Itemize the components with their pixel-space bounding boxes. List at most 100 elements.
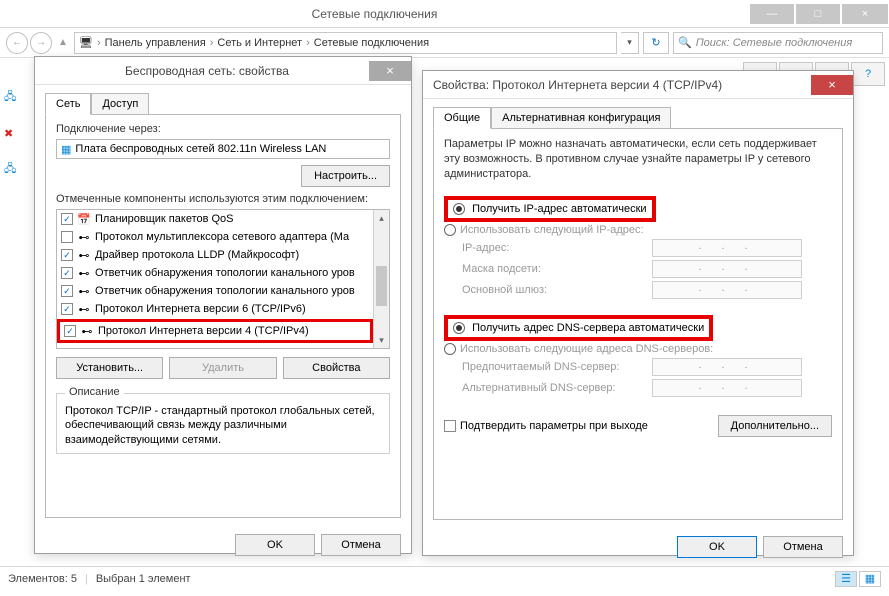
nav-up-icon[interactable]: ▲ (56, 32, 70, 54)
components-listbox[interactable]: ✓ 📅 Планировщик пакетов QoS ⊷ Протокол мульт… (56, 209, 390, 349)
ipv4-titlebar[interactable]: Свойства: Протокол Интернета версии 4 (T… (423, 71, 853, 99)
workspace: ▤ ▾ ▫ ? 🖧 ✖ 🖧 Беспроводная сеть: свойств… (0, 58, 889, 566)
radio-dns-manual-label: Использовать следующие адреса DNS-сервер… (460, 343, 713, 355)
tab-altconfig[interactable]: Альтернативная конфигурация (491, 107, 671, 129)
dns2-label: Альтернативный DNS-сервер: (462, 382, 652, 394)
maximize-button[interactable]: □ (796, 4, 840, 24)
breadcrumb-bar: ← → ▲ 🖥 › Панель управления › Сеть и Инт… (0, 28, 889, 58)
components-label: Отмеченные компоненты используются этим … (56, 193, 390, 205)
minimize-button[interactable]: — (750, 4, 794, 24)
breadcrumb-panel[interactable]: Панель управления (105, 37, 206, 49)
component-icon: 📅 (77, 213, 91, 226)
search-box[interactable]: 🔍 Поиск: Сетевые подключения (673, 32, 883, 54)
component-checkbox[interactable]: ✓ (64, 325, 76, 337)
ip-address-field: ... (652, 239, 802, 257)
search-placeholder: Поиск: Сетевые подключения (696, 37, 853, 49)
tab-access[interactable]: Доступ (91, 93, 149, 115)
computer-icon: 🖥 (79, 36, 93, 49)
conn-icon: 🖧 (4, 88, 16, 107)
component-checkbox[interactable] (61, 231, 73, 243)
component-label: Протокол Интернета версии 6 (TCP/IPv6) (95, 303, 306, 315)
component-label: Планировщик пакетов QoS (95, 213, 234, 225)
cancel-button[interactable]: Отмена (321, 534, 401, 556)
properties-button[interactable]: Свойства (283, 357, 390, 379)
scroll-up-button[interactable]: ▴ (374, 210, 389, 226)
component-item[interactable]: ✓⊷Ответчик обнаружения топологии канальн… (57, 264, 373, 282)
dialog-title: Беспроводная сеть: свойства (45, 64, 369, 78)
component-label: Драйвер протокола LLDP (Майкрософт) (95, 249, 299, 261)
ipv4-close-button[interactable]: × (811, 75, 853, 95)
highlight-ip-auto: Получить IP-адрес автоматически (444, 196, 656, 222)
component-item[interactable]: ✓ ⊷ Ответчик обнаружения топологии канальн… (57, 282, 373, 300)
breadcrumb-network[interactable]: Сеть и Интернет (217, 37, 302, 49)
nav-back-button[interactable]: ← (6, 32, 28, 54)
connect-through-label: Подключение через: (56, 123, 390, 135)
dns2-field: ... (652, 379, 802, 397)
view-tiles-icon[interactable]: ▦ (859, 571, 881, 587)
ip-address-label: IP-адрес: (462, 242, 652, 254)
component-icon: ⊷ (80, 325, 94, 338)
mask-field: ... (652, 260, 802, 278)
adapter-icon: ▦ (61, 143, 71, 156)
ipv4-ok-button[interactable]: OK (677, 536, 757, 558)
component-item[interactable]: ✓ ⊷ Протокол Интернета версии 4 (TCP/IPv4) (57, 319, 373, 343)
gateway-label: Основной шлюз: (462, 284, 652, 296)
ok-button[interactable]: OK (235, 534, 315, 556)
address-dropdown-button[interactable]: ▾ (621, 32, 639, 54)
advanced-button[interactable]: Дополнительно... (718, 415, 832, 437)
component-checkbox[interactable]: ✓ (61, 267, 73, 279)
component-label: Ответчик обнаружения топологии канальног… (95, 285, 355, 297)
window-title: Сетевые подключения (0, 7, 749, 21)
component-checkbox[interactable]: ✓ (61, 285, 73, 297)
wireless-properties-dialog: Беспроводная сеть: свойства × Сеть Досту… (34, 56, 412, 554)
listbox-scrollbar[interactable]: ▴ ▾ (373, 210, 389, 348)
component-label: Протокол мультиплексора сетевого адаптер… (95, 231, 349, 243)
ipv4-cancel-button[interactable]: Отмена (763, 536, 843, 558)
mask-label: Маска подсети: (462, 263, 652, 275)
description-text: Протокол TCP/IP - стандартный протокол г… (65, 404, 381, 447)
radio-dns-manual[interactable] (444, 343, 456, 355)
dialog-titlebar[interactable]: Беспроводная сеть: свойства × (35, 57, 411, 85)
confirm-checkbox[interactable] (444, 420, 456, 432)
dialog-close-button[interactable]: × (369, 61, 411, 81)
radio-ip-auto-label: Получить IP-адрес автоматически (472, 203, 646, 215)
configure-button[interactable]: Настроить... (301, 165, 390, 187)
component-item[interactable]: ⊷ Протокол мультиплексора сетевого адапте… (57, 228, 373, 246)
close-button[interactable]: × (842, 4, 888, 24)
status-selected: Выбран 1 элемент (96, 573, 191, 585)
status-count: Элементов: 5 (8, 573, 77, 585)
tab-network[interactable]: Сеть (45, 93, 91, 115)
scroll-down-button[interactable]: ▾ (374, 332, 389, 348)
radio-dns-auto[interactable] (453, 322, 465, 334)
radio-ip-manual[interactable] (444, 224, 456, 236)
search-icon: 🔍 (678, 36, 692, 49)
component-label: Ответчик обнаружения топологии канальног… (95, 267, 355, 279)
component-label: Протокол Интернета версии 4 (TCP/IPv4) (98, 325, 309, 337)
refresh-button[interactable]: ↻ (643, 32, 669, 54)
background-icons: 🖧 ✖ 🖧 (4, 88, 16, 179)
component-checkbox[interactable]: ✓ (61, 213, 73, 225)
component-item[interactable]: ✓ ⊷ Протокол Интернета версии 6 (TCP/IPv6) (57, 300, 373, 318)
nav-forward-button[interactable]: → (30, 32, 52, 54)
scroll-thumb[interactable] (376, 266, 387, 306)
address-bar[interactable]: 🖥 › Панель управления › Сеть и Интернет … (74, 32, 617, 54)
component-item[interactable]: ✓⊷Драйвер протокола LLDP (Майкрософт) (57, 246, 373, 264)
conn-icon-3: 🖧 (4, 160, 16, 179)
radio-ip-manual-label: Использовать следующий IP-адрес: (460, 224, 644, 236)
help-button[interactable]: ? (851, 62, 885, 86)
highlight-dns-auto: Получить адрес DNS-сервера автоматически (444, 315, 713, 341)
component-icon: ⊷ (77, 303, 91, 316)
component-checkbox[interactable]: ✓ (61, 303, 73, 315)
component-item[interactable]: ✓ 📅 Планировщик пакетов QoS (57, 210, 373, 228)
breadcrumb-connections[interactable]: Сетевые подключения (314, 37, 429, 49)
description-label: Описание (65, 386, 124, 398)
component-icon: ⊷ (77, 285, 91, 298)
component-icon: ⊷ (77, 231, 91, 244)
component-checkbox[interactable]: ✓ (61, 249, 73, 261)
tab-general[interactable]: Общие (433, 107, 491, 129)
install-button[interactable]: Установить... (56, 357, 163, 379)
radio-ip-auto[interactable] (453, 203, 465, 215)
view-details-icon[interactable]: ☰ (835, 571, 857, 587)
ipv4-properties-dialog: Свойства: Протокол Интернета версии 4 (T… (422, 70, 854, 556)
ipv4-intro-text: Параметры IP можно назначать автоматичес… (444, 137, 832, 182)
